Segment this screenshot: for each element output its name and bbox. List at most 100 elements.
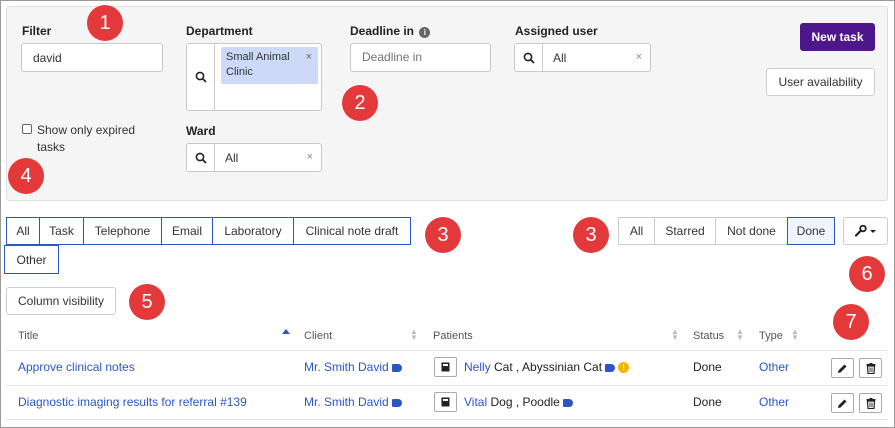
expired-checkbox[interactable]	[22, 124, 32, 134]
patient-link[interactable]: Nelly	[464, 360, 491, 374]
client-cell: Mr. Smith David	[304, 395, 402, 409]
assigned-user-label: Assigned user	[515, 24, 598, 38]
status-tabs: All Starred Not done Done	[618, 217, 835, 245]
tag-icon	[391, 398, 402, 407]
type-link[interactable]: Other	[759, 360, 789, 374]
tab-laboratory[interactable]: Laboratory	[212, 217, 294, 245]
patient-breed: Dog , Poodle	[487, 395, 560, 409]
patient-record-button[interactable]	[434, 392, 457, 412]
delete-button[interactable]	[859, 393, 882, 413]
chip-remove-icon[interactable]: ×	[306, 50, 312, 65]
task-title-link[interactable]: Diagnostic imaging results for referral …	[18, 395, 247, 409]
tab-clinical-note-draft[interactable]: Clinical note draft	[293, 217, 411, 245]
edit-button[interactable]	[831, 358, 854, 378]
sort-asc-icon[interactable]	[282, 328, 290, 336]
status-tab-all[interactable]: All	[618, 217, 655, 245]
column-status-header[interactable]: Status	[693, 330, 724, 342]
trash-icon	[866, 362, 875, 374]
assigned-user-value: All	[553, 51, 567, 65]
deadline-input[interactable]	[350, 43, 491, 72]
new-task-button[interactable]: New task	[800, 23, 875, 51]
ward-label: Ward	[186, 124, 216, 138]
edit-button[interactable]	[831, 393, 854, 413]
department-chip[interactable]: Small Animal Clinic ×	[221, 47, 318, 84]
deadline-input-field[interactable]	[362, 50, 482, 64]
patient-link[interactable]: Vital	[464, 395, 487, 409]
search-icon	[523, 52, 535, 64]
patient-breed: Cat , Abyssinian Cat	[490, 360, 603, 374]
filter-panel: Filter david Department Small Animal Cli…	[6, 6, 888, 201]
department-label: Department	[186, 24, 253, 38]
client-link[interactable]: Mr. Smith David	[304, 395, 389, 409]
annotation-marker-5: 5	[129, 284, 165, 320]
department-chip-label: Small Animal Clinic	[226, 51, 290, 78]
patients-cell: Nelly Cat , Abyssinian Cat!	[464, 360, 630, 374]
info-icon[interactable]: i	[419, 27, 431, 38]
department-search-button[interactable]	[187, 44, 215, 110]
pencil-icon	[838, 399, 847, 408]
annotation-marker-1: 1	[87, 5, 123, 41]
deadline-label: Deadline in i	[350, 24, 431, 38]
column-type-header[interactable]: Type	[759, 330, 783, 342]
tab-other[interactable]: Other	[4, 245, 59, 274]
tab-all[interactable]: All	[6, 217, 40, 245]
tab-email[interactable]: Email	[161, 217, 213, 245]
annotation-marker-7: 7	[833, 304, 869, 340]
filter-label: Filter	[22, 24, 52, 38]
client-link[interactable]: Mr. Smith David	[304, 360, 389, 374]
clear-icon[interactable]: ×	[307, 151, 313, 163]
filter-input[interactable]: david	[21, 43, 163, 72]
column-title-header[interactable]: Title	[18, 330, 38, 342]
book-icon	[441, 397, 450, 407]
patients-cell: Vital Dog , Poodle	[464, 395, 573, 409]
status-tab-not-done[interactable]: Not done	[715, 217, 788, 245]
status-cell: Done	[693, 395, 722, 409]
annotation-marker-4: 4	[8, 158, 44, 194]
user-availability-button[interactable]: User availability	[766, 68, 875, 96]
client-cell: Mr. Smith David	[304, 360, 402, 374]
search-icon	[195, 152, 207, 164]
deadline-label-text: Deadline in	[350, 24, 415, 38]
ward-select[interactable]: All ×	[186, 143, 322, 172]
tag-icon	[562, 398, 573, 407]
expired-label: Show only expired tasks	[37, 123, 136, 154]
task-title-link[interactable]: Approve clinical notes	[18, 360, 135, 374]
warning-icon: !	[618, 362, 630, 374]
delete-button[interactable]	[859, 358, 882, 378]
annotation-marker-6: 6	[849, 256, 885, 292]
ward-search-button[interactable]	[187, 144, 215, 171]
annotation-marker-3: 3	[425, 217, 461, 253]
assigned-user-select[interactable]: All ×	[514, 43, 651, 72]
trash-icon	[866, 397, 875, 409]
patient-record-button[interactable]	[434, 357, 457, 377]
annotation-marker-2: 2	[342, 85, 378, 121]
ward-value: All	[225, 151, 239, 165]
sort-icon[interactable]: ▲ ▼	[671, 328, 679, 342]
clear-icon[interactable]: ×	[636, 51, 642, 63]
column-client-header[interactable]: Client	[304, 330, 332, 342]
search-icon	[195, 71, 207, 83]
sort-icon[interactable]: ▲ ▼	[791, 328, 799, 342]
tab-telephone[interactable]: Telephone	[83, 217, 162, 245]
department-select[interactable]: Small Animal Clinic ×	[186, 43, 322, 111]
type-tabs: All Task Telephone Email Laboratory Clin…	[6, 217, 411, 245]
assigned-search-button[interactable]	[515, 44, 543, 71]
status-cell: Done	[693, 360, 722, 374]
type-link[interactable]: Other	[759, 395, 789, 409]
pencil-icon	[838, 364, 847, 373]
sort-icon[interactable]: ▲ ▼	[736, 328, 744, 342]
table-row	[6, 419, 888, 428]
annotation-marker-3b: 3	[573, 217, 609, 253]
column-patients-header[interactable]: Patients	[433, 330, 473, 342]
tag-icon	[391, 363, 402, 372]
book-icon	[441, 362, 450, 372]
column-visibility-button[interactable]: Column visibility	[6, 287, 116, 315]
tag-icon	[605, 363, 616, 372]
filter-input-value: david	[33, 51, 62, 65]
tab-task[interactable]: Task	[39, 217, 84, 245]
status-tab-done[interactable]: Done	[787, 217, 835, 245]
sort-icon[interactable]: ▲ ▼	[410, 328, 418, 342]
tools-dropdown-button[interactable]	[843, 217, 888, 245]
wrench-icon	[854, 225, 876, 237]
status-tab-starred[interactable]: Starred	[654, 217, 716, 245]
